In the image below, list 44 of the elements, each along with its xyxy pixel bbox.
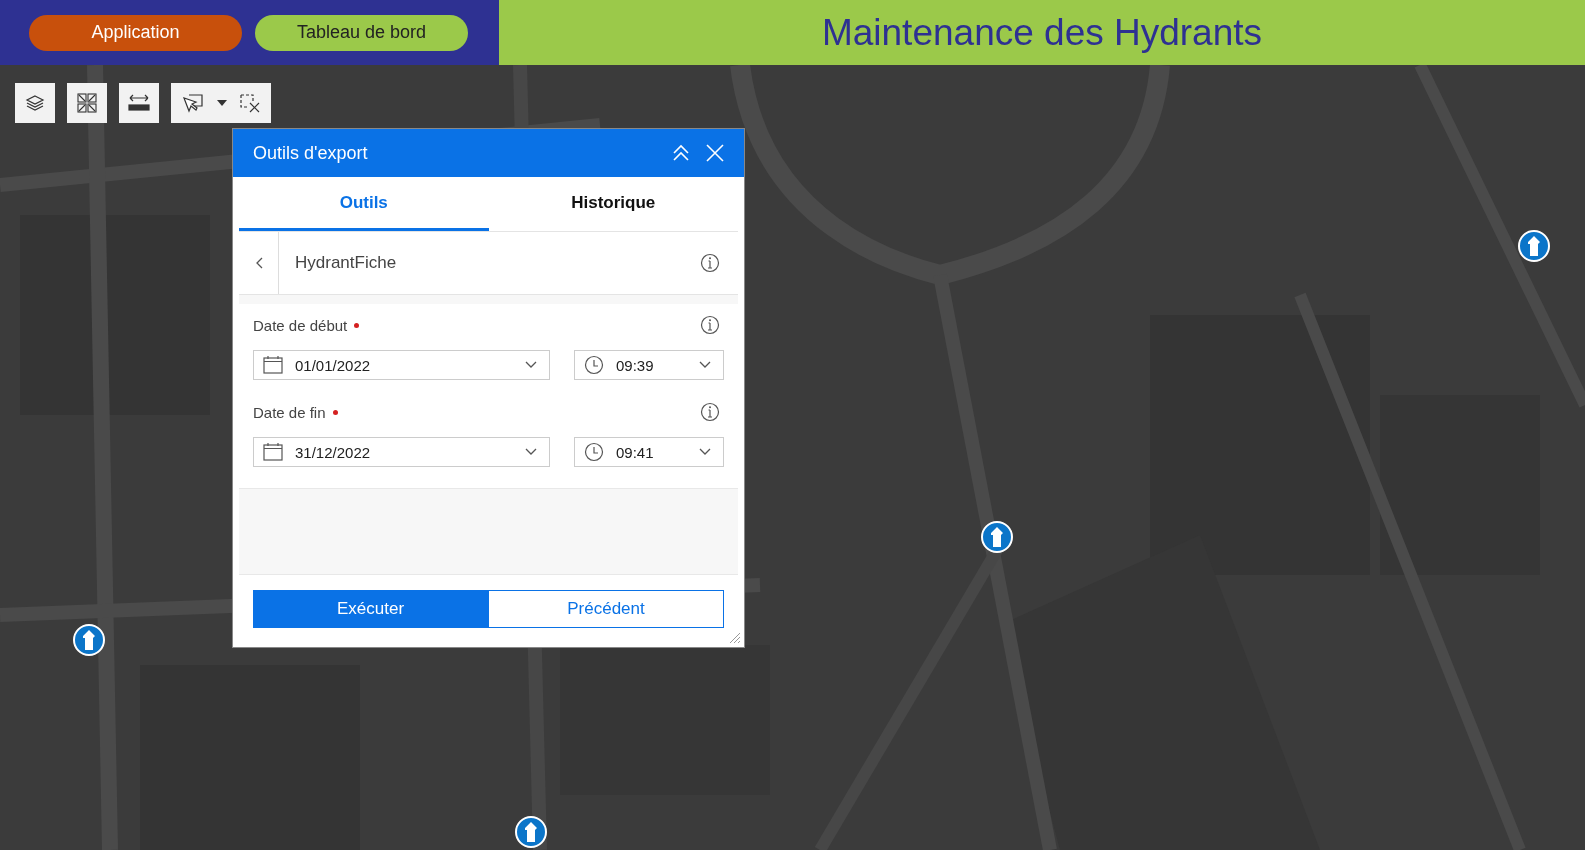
time-field[interactable]: 09:41 [574, 437, 724, 467]
hydrant-marker-icon [73, 624, 105, 656]
caret-icon [217, 100, 227, 106]
basemap-gallery-button[interactable] [67, 83, 107, 123]
chevron-down-icon [699, 448, 711, 456]
tool-name: HydrantFiche [294, 253, 398, 273]
dialog-title: Outils d'export [253, 142, 368, 164]
clock-icon [584, 442, 604, 462]
tab[interactable]: Historique [488, 177, 738, 231]
app-title: Maintenance des Hydrants [821, 11, 1263, 54]
calendar-icon [263, 442, 283, 462]
layers-icon [25, 93, 45, 113]
chevron-left-icon [254, 257, 263, 269]
hydrant-marker-icon [981, 521, 1013, 553]
cursor-select-icon [181, 92, 205, 114]
nav-button[interactable]: Application [29, 14, 242, 51]
previous-button[interactable]: Précédent [488, 590, 724, 628]
date-field[interactable]: 01/01/2022 [253, 350, 550, 380]
grid-icon [76, 92, 98, 114]
chevron-down-icon [525, 448, 537, 456]
chevron-down-icon [525, 361, 537, 369]
ruler-icon [127, 93, 151, 113]
double-chevron-up-icon [672, 144, 690, 162]
info-icon[interactable] [700, 402, 720, 422]
chevron-down-icon [699, 361, 711, 369]
clock-icon [584, 355, 604, 375]
calendar-icon [263, 355, 283, 375]
resize-grip-icon[interactable] [729, 632, 741, 644]
execute-button[interactable]: Exécuter [253, 590, 488, 628]
clear-selection-icon [239, 93, 261, 113]
measure-button[interactable] [119, 83, 159, 123]
nav-button[interactable]: Tableau de bord [255, 14, 468, 51]
info-icon[interactable] [700, 253, 720, 273]
time-field[interactable]: 09:39 [574, 350, 724, 380]
info-icon[interactable] [700, 315, 720, 335]
tab[interactable]: Outils [239, 177, 489, 231]
hydrant-marker-icon [1518, 230, 1550, 262]
layers-button[interactable] [15, 83, 55, 123]
field-label: Date de fin [253, 403, 326, 421]
close-icon [706, 144, 724, 162]
field-label: Date de début [253, 316, 348, 334]
close-button[interactable] [704, 142, 726, 164]
date-field[interactable]: 31/12/2022 [253, 437, 550, 467]
hydrant-marker-icon [515, 816, 547, 848]
